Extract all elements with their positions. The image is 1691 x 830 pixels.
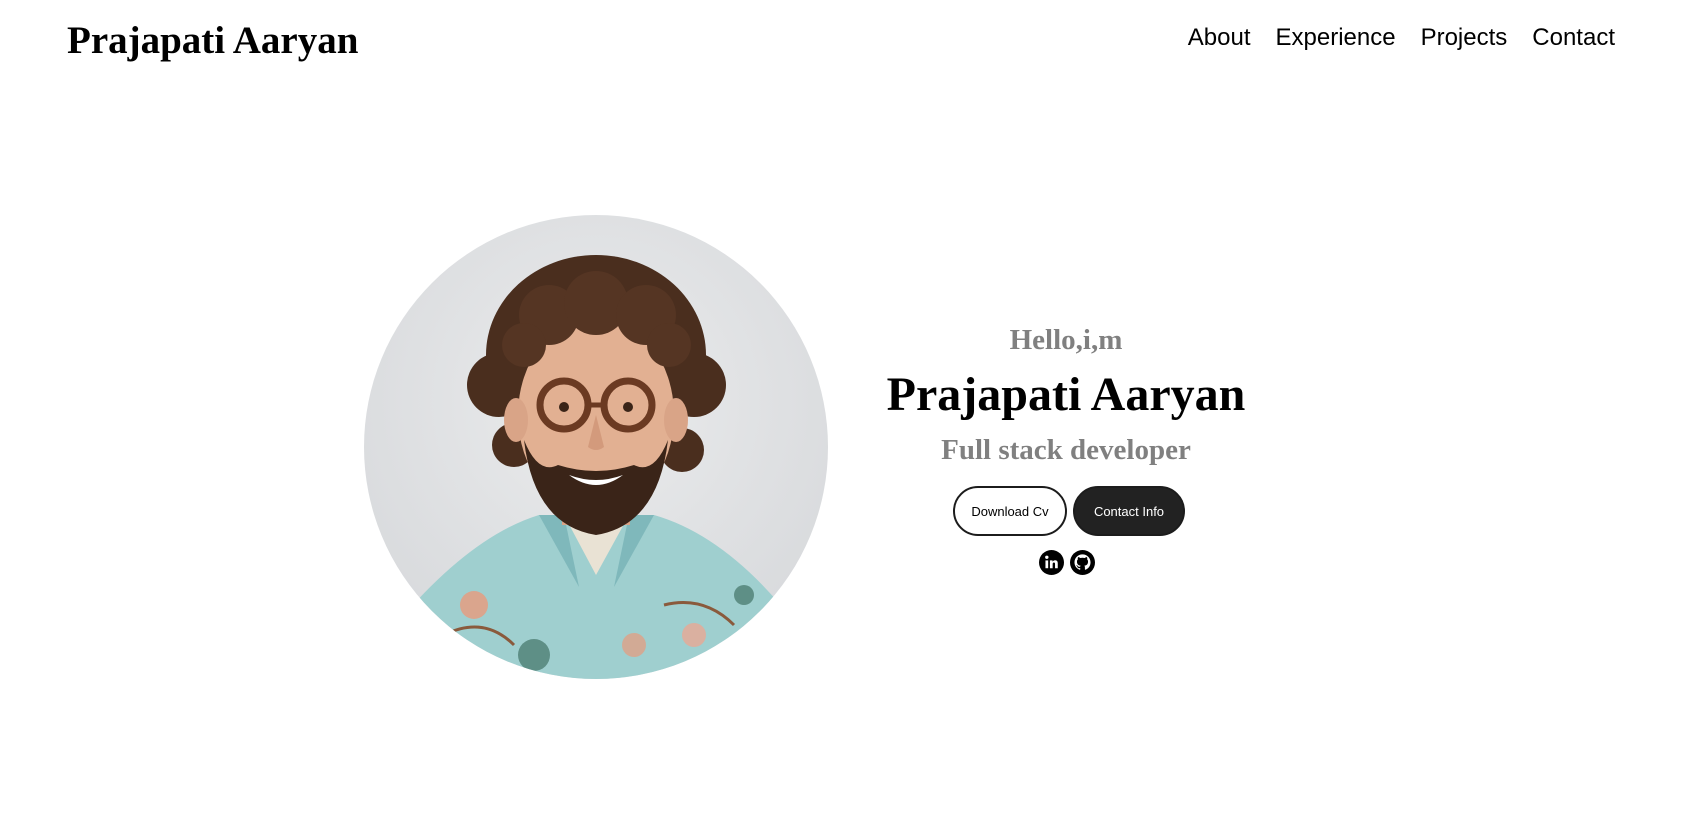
hero-role: Full stack developer [941, 434, 1191, 466]
social-links [866, 550, 1266, 575]
nav-link-contact[interactable]: Contact [1532, 24, 1615, 51]
nav-link-about[interactable]: About [1188, 24, 1251, 51]
hero-text: Hello,i,m Prajapati Aaryan Full stack de… [866, 318, 1266, 575]
site-logo[interactable]: Prajapati Aaryan [67, 18, 358, 63]
contact-info-button[interactable]: Contact Info [1073, 486, 1185, 536]
hero-name: Prajapati Aaryan [886, 368, 1246, 421]
linkedin-icon[interactable] [1039, 550, 1064, 575]
hero-buttons: Download Cv Contact Info [866, 486, 1266, 536]
nav-item-contact: Contact [1532, 24, 1615, 52]
nav-item-about: About [1188, 24, 1251, 52]
download-cv-button[interactable]: Download Cv [953, 486, 1067, 536]
github-icon[interactable] [1070, 550, 1095, 575]
profile-photo-illustration [364, 215, 828, 679]
nav-links: About Experience Projects Contact [1188, 24, 1615, 52]
nav-item-experience: Experience [1276, 24, 1396, 52]
nav-link-projects[interactable]: Projects [1421, 24, 1508, 51]
greeting-text: Hello,i,m [1009, 324, 1123, 356]
nav-link-experience[interactable]: Experience [1276, 24, 1396, 51]
profile-picture [364, 215, 828, 679]
nav-item-projects: Projects [1421, 24, 1508, 52]
navbar: Prajapati Aaryan About Experience Projec… [0, 0, 1691, 84]
